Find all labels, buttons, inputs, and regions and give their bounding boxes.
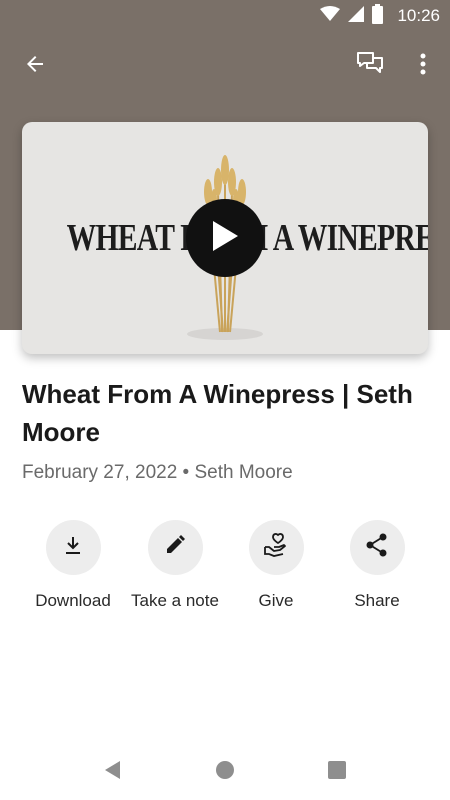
more-options-button[interactable] xyxy=(399,42,447,90)
nav-recents-button[interactable] xyxy=(321,756,353,788)
share-icon xyxy=(366,533,388,562)
action-row: Download Take a note Give Share xyxy=(0,520,450,620)
give-heart-hand-icon xyxy=(263,533,289,562)
share-circle xyxy=(349,520,405,575)
share-label: Share xyxy=(354,591,400,610)
status-bar: 10:26 xyxy=(0,0,450,32)
play-icon xyxy=(210,219,240,258)
take-note-button[interactable]: Take a note xyxy=(120,520,230,611)
download-icon xyxy=(62,534,84,561)
wifi-icon xyxy=(320,5,341,27)
nav-back-triangle-icon xyxy=(102,759,122,786)
download-circle xyxy=(45,520,101,575)
nav-back-button[interactable] xyxy=(96,756,128,788)
video-title: Wheat From A Winepress | Seth Moore xyxy=(22,379,413,447)
battery-icon xyxy=(372,3,384,29)
take-note-circle xyxy=(147,520,203,575)
system-nav-bar xyxy=(0,744,450,800)
video-meta: February 27, 2022 • Seth Moore xyxy=(22,462,293,484)
nav-recents-square-icon xyxy=(327,760,347,785)
download-button[interactable]: Download xyxy=(18,520,128,611)
video-thumbnail[interactable]: WHEAT FROM A WINEPRESS xyxy=(22,122,428,354)
download-label: Download xyxy=(35,591,111,610)
nav-home-circle-icon xyxy=(215,760,235,785)
pencil-icon xyxy=(164,534,186,561)
video-speaker: Seth Moore xyxy=(194,462,293,483)
video-date: February 27, 2022 xyxy=(22,462,178,483)
more-vertical-icon xyxy=(420,53,426,80)
back-arrow-icon xyxy=(23,52,47,81)
play-button[interactable] xyxy=(186,199,264,277)
give-circle xyxy=(248,520,304,575)
take-note-label: Take a note xyxy=(131,591,219,610)
app-bar xyxy=(0,38,450,94)
back-button[interactable] xyxy=(11,42,59,90)
discussion-button[interactable] xyxy=(346,42,394,90)
signal-icon xyxy=(348,5,365,27)
give-label: Give xyxy=(258,591,294,610)
share-button[interactable]: Share xyxy=(322,520,432,611)
meta-separator: • xyxy=(182,462,190,483)
nav-home-button[interactable] xyxy=(209,756,241,788)
give-button[interactable]: Give xyxy=(221,520,331,611)
chat-bubbles-icon xyxy=(356,51,384,82)
status-time: 10:26 xyxy=(397,6,440,25)
